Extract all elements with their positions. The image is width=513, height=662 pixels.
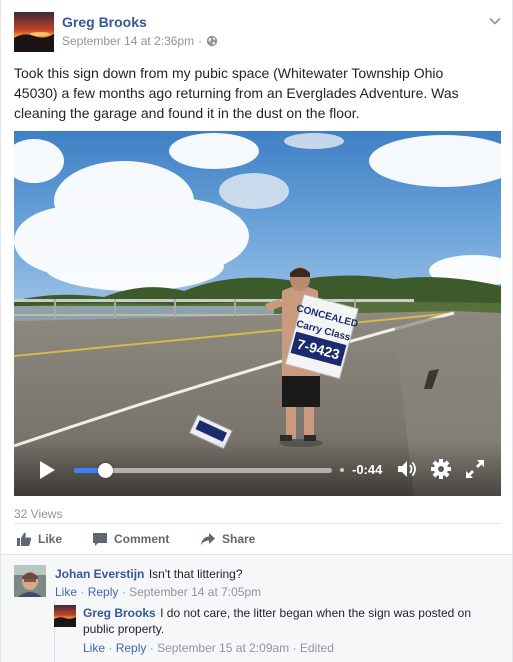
commenter-avatar[interactable] xyxy=(14,565,46,597)
meta-separator: · xyxy=(108,641,113,655)
comment-time[interactable]: September 15 at 2:09am xyxy=(157,641,289,655)
post-meta: September 14 at 2:36pm · xyxy=(62,34,218,48)
meta-separator: · xyxy=(149,641,154,655)
post-date[interactable]: September 14 at 2:36pm xyxy=(62,34,194,48)
progress-bar[interactable] xyxy=(74,463,332,478)
comment-button[interactable]: Comment xyxy=(92,531,169,547)
comment-reply-link[interactable]: Reply xyxy=(88,585,119,599)
meta-separator: · xyxy=(198,34,203,48)
share-label: Share xyxy=(222,532,256,546)
view-count[interactable]: 32 Views xyxy=(14,507,62,521)
comment-like-link[interactable]: Like xyxy=(55,585,77,599)
comments-section: Johan Everstijn Isn't that littering? Li… xyxy=(1,554,512,662)
comment-author[interactable]: Johan Everstijn xyxy=(55,567,144,581)
chevron-down-icon[interactable] xyxy=(488,14,502,28)
share-button[interactable]: Share xyxy=(200,531,255,547)
volume-icon[interactable] xyxy=(396,459,418,479)
comment-1: Johan Everstijn Isn't that littering? xyxy=(55,566,495,582)
edited-label[interactable]: Edited xyxy=(300,641,334,655)
comment-like-link[interactable]: Like xyxy=(83,641,105,655)
gear-icon[interactable] xyxy=(430,458,452,480)
post-text: Took this sign down from my pubic space … xyxy=(14,65,459,121)
like-button[interactable]: Like xyxy=(16,531,62,547)
post-header: Greg Brooks September 14 at 2:36pm · xyxy=(14,12,504,54)
time-remaining: -0:44 xyxy=(352,462,383,477)
meta-separator: · xyxy=(121,585,126,599)
like-label: Like xyxy=(38,532,63,546)
meta-separator: · xyxy=(80,585,85,599)
comment-1-meta: Like · Reply · September 14 at 7:05pm xyxy=(55,584,261,600)
fullscreen-icon[interactable] xyxy=(464,458,486,480)
meta-separator: · xyxy=(292,641,297,655)
progress-knob[interactable] xyxy=(97,463,113,478)
video-controls: -0:44 xyxy=(14,440,501,496)
reply-avatar[interactable] xyxy=(54,605,76,627)
play-icon[interactable] xyxy=(36,459,58,481)
comment-text: Isn't that littering? xyxy=(148,567,243,581)
comment-reply-link[interactable]: Reply xyxy=(116,641,147,655)
comment-icon xyxy=(93,533,107,546)
thumbs-up-icon xyxy=(17,532,32,546)
comment-author[interactable]: Greg Brooks xyxy=(83,606,156,620)
comment-2: Greg Brooks I do not care, the litter be… xyxy=(83,605,488,637)
comment-label: Comment xyxy=(114,532,170,546)
globe-icon[interactable] xyxy=(206,35,218,47)
author-avatar[interactable] xyxy=(14,12,54,52)
facebook-post: Greg Brooks September 14 at 2:36pm · Too… xyxy=(0,0,513,662)
progress-end-marker xyxy=(340,468,344,472)
divider xyxy=(14,523,501,524)
comment-2-meta: Like · Reply · September 15 at 2:09am · … xyxy=(83,640,334,656)
video-player[interactable]: CONCEALED Carry Class 7-9423 -0:44 xyxy=(14,131,501,496)
post-actions: Like Comment Share xyxy=(14,527,501,553)
comment-time[interactable]: September 14 at 7:05pm xyxy=(129,585,261,599)
post-author[interactable]: Greg Brooks xyxy=(62,14,147,30)
share-icon xyxy=(201,533,215,545)
